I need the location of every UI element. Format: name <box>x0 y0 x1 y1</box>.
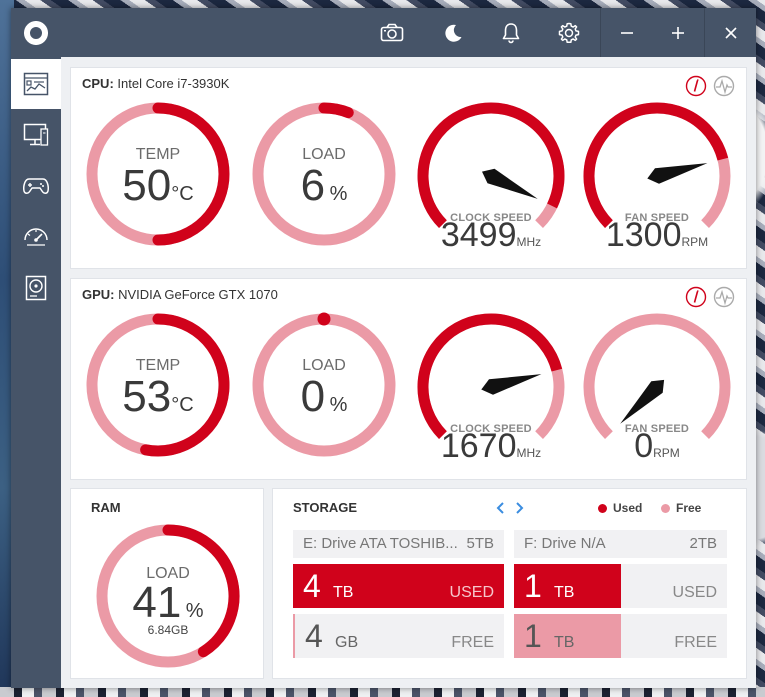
pulse-chart-icon[interactable] <box>713 75 735 97</box>
gpu-card: GPU: NVIDIA GeForce GTX 1070 TEMP 53°C L… <box>70 278 747 480</box>
dial-progress <box>417 313 563 439</box>
chevron-left-icon[interactable] <box>495 501 507 515</box>
speedometer-icon <box>24 228 48 246</box>
dial-track <box>583 313 731 439</box>
chevron-right-icon[interactable] <box>513 501 525 515</box>
pulse-chart-icon[interactable] <box>713 286 735 308</box>
dashboard-icon <box>23 72 49 96</box>
drive-used-bar: 1 TB USED <box>514 564 727 608</box>
drive-header: E: Drive ATA TOSHIB... 5TB <box>293 530 504 558</box>
gpu-clock-value: 1670MHz <box>440 427 542 465</box>
cpu-temp-value: 50°C <box>122 161 194 210</box>
ring-progress <box>318 102 354 119</box>
sidebar-item-dashboard[interactable] <box>11 59 61 109</box>
legend-free: Free <box>661 501 701 515</box>
dial-progress <box>583 102 729 228</box>
cpu-card: CPU: Intel Core i7-3930K TEMP 50°C LOAD … <box>70 67 747 269</box>
logo-icon <box>24 21 48 45</box>
drive-header: F: Drive N/A 2TB <box>514 530 727 558</box>
dial-needle <box>620 379 665 424</box>
drive-free-bar: 4 GB FREE <box>293 614 504 658</box>
monitor-icon <box>23 123 49 146</box>
minimize-icon[interactable] <box>611 8 643 57</box>
ring-progress <box>317 312 331 326</box>
drive-free-bar: 1 TB FREE <box>514 614 727 658</box>
legend-used: Used <box>598 501 642 515</box>
gpu-title: GPU: NVIDIA GeForce GTX 1070 <box>82 287 278 302</box>
cpu-title: CPU: Intel Core i7-3930K <box>82 76 230 91</box>
gear-icon[interactable] <box>553 8 585 57</box>
sidebar <box>11 57 61 688</box>
cpu-fan-value: 1300RPM <box>605 216 709 254</box>
ram-title: RAM <box>91 500 121 515</box>
gamepad-icon <box>23 178 49 194</box>
dial-needle <box>481 374 542 395</box>
ram-used-amount: 6.84GB <box>147 623 189 637</box>
cpu-load-value: 6 % <box>300 161 348 210</box>
ram-load-value: 41 % <box>132 578 204 627</box>
ram-card: RAM LOAD 41 % 6.84GB <box>70 488 264 679</box>
bell-icon[interactable] <box>495 8 527 57</box>
sidebar-item-overclock[interactable] <box>11 212 61 262</box>
close-icon[interactable] <box>715 8 747 57</box>
gpu-temp-value: 53°C <box>122 372 194 421</box>
moon-icon[interactable] <box>437 8 469 57</box>
drive-used-bar: 4 TB USED <box>293 564 504 608</box>
app-window: CPU: Intel Core i7-3930K TEMP 50°C LOAD … <box>11 8 756 688</box>
sidebar-item-storage[interactable] <box>11 263 61 313</box>
sidebar-item-monitor[interactable] <box>11 110 61 160</box>
camera-icon[interactable] <box>376 8 408 57</box>
desktop-background-bottom <box>0 687 765 697</box>
sidebar-item-gaming[interactable] <box>11 161 61 211</box>
info-icon[interactable] <box>685 286 707 308</box>
dial-progress <box>417 102 565 228</box>
storage-title: STORAGE <box>293 500 358 515</box>
gpu-load-value: 0 % <box>300 372 348 421</box>
dial-needle <box>647 163 708 184</box>
gpu-fan-value: 0RPM <box>634 427 680 465</box>
cpu-clock-value: 3499MHz <box>440 216 542 254</box>
maximize-icon[interactable] <box>662 8 694 57</box>
info-icon[interactable] <box>685 75 707 97</box>
disk-icon <box>25 275 47 301</box>
title-bar <box>11 8 756 57</box>
storage-card: STORAGE Used Free E: Drive ATA TOSHIB...… <box>272 488 747 679</box>
dial-needle <box>482 168 538 199</box>
